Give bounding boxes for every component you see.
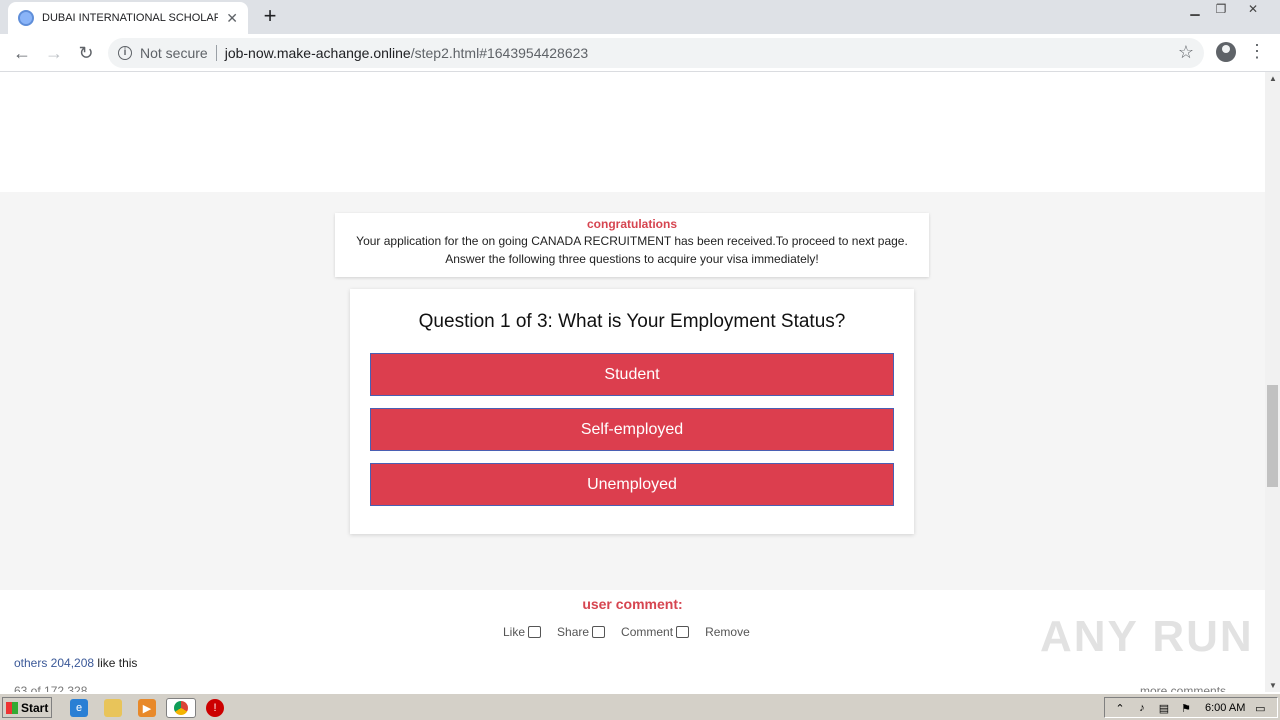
ie-icon[interactable]: e bbox=[70, 699, 88, 717]
comment-heading: user comment: bbox=[582, 596, 683, 612]
profile-icon[interactable] bbox=[1216, 42, 1236, 62]
show-desktop-icon[interactable]: ▭ bbox=[1253, 702, 1267, 715]
scroll-thumb[interactable] bbox=[1267, 385, 1278, 487]
media-player-icon[interactable]: ▶ bbox=[138, 699, 156, 717]
flag-icon[interactable]: ⚑ bbox=[1179, 702, 1193, 715]
close-icon[interactable]: ✕ bbox=[226, 10, 238, 27]
answer-self-employed-button[interactable]: Self-employed bbox=[370, 408, 894, 451]
security-label: Not secure bbox=[140, 45, 208, 61]
notice-title: congratulations bbox=[586, 217, 677, 231]
alert-icon[interactable]: ! bbox=[206, 699, 224, 717]
reload-icon[interactable]: ↻ bbox=[74, 41, 98, 65]
new-tab-button[interactable]: + bbox=[258, 3, 282, 29]
scroll-up-icon[interactable]: ▲ bbox=[1269, 74, 1277, 83]
share-link[interactable]: Share bbox=[557, 625, 606, 639]
thumbs-up-icon bbox=[528, 626, 542, 638]
address-bar[interactable]: i Not secure job-now.make-achange.online… bbox=[108, 38, 1204, 68]
scroll-down-icon[interactable]: ▼ bbox=[1269, 681, 1277, 690]
volume-icon[interactable]: ♪ bbox=[1135, 702, 1149, 714]
comment-actions: Like Share Comment Remove bbox=[503, 625, 766, 639]
notice-line-1: Your application for the on going CANADA… bbox=[356, 234, 908, 248]
folder-icon[interactable] bbox=[104, 699, 122, 717]
url-host: job-now.make-achange.online bbox=[224, 45, 411, 61]
tab-strip: DUBAI INTERNATIONAL SCHOLARSHIP ✕ + ▁ ❐ … bbox=[0, 0, 1280, 34]
vertical-scrollbar[interactable]: ▲ ▼ bbox=[1265, 72, 1280, 692]
comment-link[interactable]: Comment bbox=[621, 625, 690, 639]
like-link[interactable]: Like bbox=[503, 625, 542, 639]
forward-icon[interactable]: → bbox=[42, 41, 66, 65]
browser-tab[interactable]: DUBAI INTERNATIONAL SCHOLARSHIP ✕ bbox=[8, 2, 248, 34]
likes-suffix: like this bbox=[94, 656, 138, 670]
taskbar: Start e ▶ ! ⌃ ♪ ▤ ⚑ 6:00 AM ▭ bbox=[0, 693, 1280, 720]
network-icon[interactable]: ▤ bbox=[1157, 702, 1171, 715]
question-card: Question 1 of 3: What is Your Employment… bbox=[350, 289, 914, 534]
bookmark-star-icon[interactable]: ☆ bbox=[1178, 42, 1194, 63]
browser-toolbar: ← → ↻ i Not secure job-now.make-achange.… bbox=[0, 34, 1280, 72]
chrome-icon bbox=[174, 701, 188, 715]
remove-link[interactable]: Remove bbox=[705, 625, 750, 639]
clock: 6:00 AM bbox=[1205, 701, 1246, 714]
globe-icon bbox=[18, 10, 34, 26]
divider bbox=[215, 45, 217, 61]
like-label: Like bbox=[503, 625, 526, 639]
more-comments-link[interactable]: more comments bbox=[1140, 684, 1226, 692]
anyrun-watermark: ANY RUN bbox=[1040, 612, 1254, 661]
share-icon bbox=[592, 626, 606, 638]
windows-flag-icon bbox=[6, 701, 18, 714]
minimize-icon[interactable]: ▁ bbox=[1182, 0, 1208, 18]
page-viewport: congratulations Your application for the… bbox=[0, 72, 1265, 692]
back-icon[interactable]: ← bbox=[10, 41, 34, 65]
share-label: Share bbox=[557, 625, 590, 639]
answer-unemployed-button[interactable]: Unemployed bbox=[370, 463, 894, 506]
likes-count-link[interactable]: others 204,208 bbox=[14, 656, 94, 670]
remove-label: Remove bbox=[705, 625, 750, 639]
comment-count: 63 of 172,328 bbox=[14, 684, 88, 692]
restore-icon[interactable]: ❐ bbox=[1208, 0, 1234, 18]
system-tray: ⌃ ♪ ▤ ⚑ 6:00 AM ▭ bbox=[1104, 697, 1278, 718]
tab-title: DUBAI INTERNATIONAL SCHOLARSHIP bbox=[42, 12, 218, 24]
question-title: Question 1 of 3: What is Your Employment… bbox=[418, 311, 846, 332]
window-close-icon[interactable]: ✕ bbox=[1240, 0, 1266, 18]
likes-summary: others 204,208 like this bbox=[14, 656, 137, 670]
comment-label: Comment bbox=[621, 625, 674, 639]
chrome-taskbar-button[interactable] bbox=[166, 698, 196, 718]
speech-bubble-icon bbox=[676, 626, 690, 638]
url-path: /step2.html#1643954428623 bbox=[410, 45, 589, 61]
start-label: Start bbox=[21, 700, 49, 715]
menu-icon[interactable]: ⋮ bbox=[1248, 41, 1266, 62]
answer-student-button[interactable]: Student bbox=[370, 353, 894, 396]
notice-line-2: Answer the following three questions to … bbox=[445, 252, 819, 266]
congratulations-notice: congratulations Your application for the… bbox=[335, 213, 929, 277]
tray-expand-icon[interactable]: ⌃ bbox=[1113, 702, 1127, 715]
start-button[interactable]: Start bbox=[2, 697, 52, 718]
info-icon[interactable]: i bbox=[118, 46, 132, 60]
